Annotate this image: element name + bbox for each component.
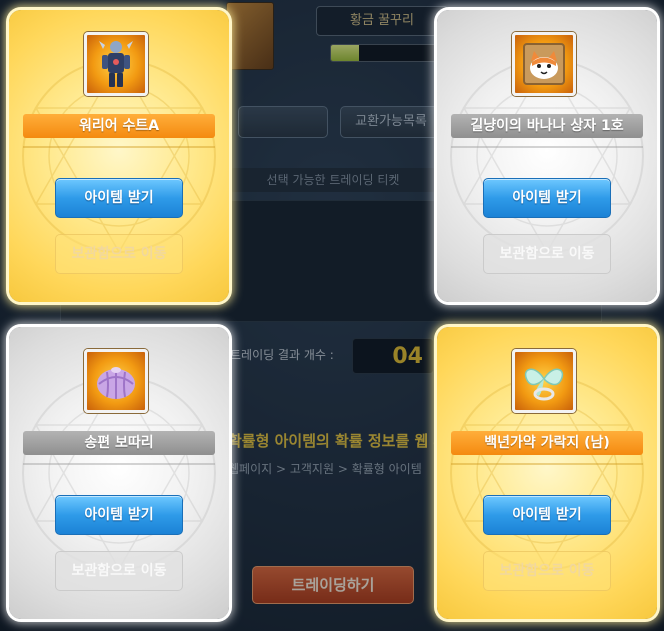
move-to-storage-button[interactable]: 보관함으로 이동 (483, 551, 611, 591)
item-icon-frame (84, 349, 148, 413)
divider (23, 463, 215, 465)
reward-card-1: 워리어 수트A 아이템 받기 보관함으로 이동 (9, 10, 229, 302)
get-item-button[interactable]: 아이템 받기 (483, 495, 611, 535)
divider (23, 146, 215, 148)
move-to-storage-button[interactable]: 보관함으로 이동 (483, 234, 611, 274)
item-name: 길냥이의 바나나 상자 1호 (451, 114, 643, 138)
get-item-button[interactable]: 아이템 받기 (55, 495, 183, 535)
songpyeon-bundle-icon (97, 367, 135, 399)
move-to-storage-button[interactable]: 보관함으로 이동 (55, 234, 183, 274)
divider (451, 463, 643, 465)
reward-card-4: 백년가약 가락지 (남) 아이템 받기 보관함으로 이동 (437, 327, 657, 619)
item-icon-frame (512, 32, 576, 96)
reward-card-2: 길냥이의 바나나 상자 1호 아이템 받기 보관함으로 이동 (437, 10, 657, 302)
wedding-ring-icon (524, 368, 564, 401)
divider (451, 146, 643, 148)
item-name: 워리어 수트A (23, 114, 215, 138)
item-icon-frame (512, 349, 576, 413)
warrior-suit-icon (99, 41, 133, 87)
get-item-button[interactable]: 아이템 받기 (55, 178, 183, 218)
reward-card-3: 송편 보따리 아이템 받기 보관함으로 이동 (9, 327, 229, 619)
item-name: 송편 보따리 (23, 431, 215, 455)
cat-box-icon (523, 43, 565, 85)
item-icon-frame (84, 32, 148, 96)
item-name: 백년가약 가락지 (남) (451, 431, 643, 455)
get-item-button[interactable]: 아이템 받기 (483, 178, 611, 218)
move-to-storage-button[interactable]: 보관함으로 이동 (55, 551, 183, 591)
